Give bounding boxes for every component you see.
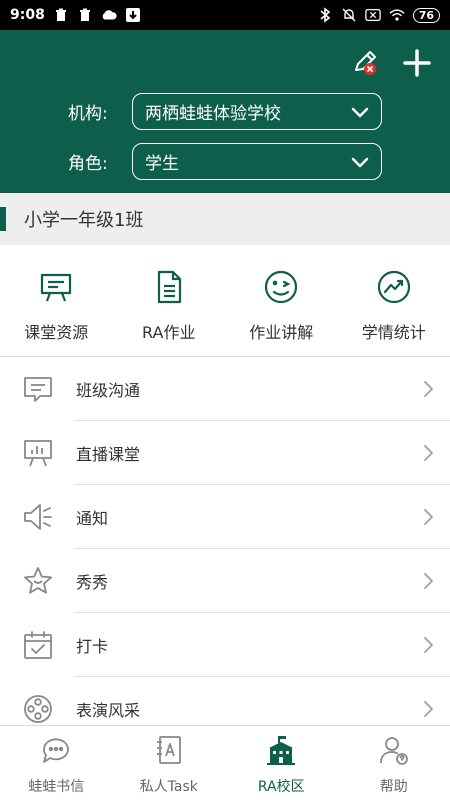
- grid-item-label: 学情统计: [361, 323, 426, 342]
- wink-face-icon: [261, 267, 301, 307]
- list-item-label: 表演风采: [76, 701, 141, 720]
- document-icon: [149, 267, 189, 307]
- film-reel-icon: [20, 691, 56, 727]
- list-item-check-in[interactable]: 打卡: [0, 613, 450, 677]
- org-label: 机构:: [68, 104, 108, 124]
- chevron-right-icon: [418, 571, 438, 591]
- tab-private-task[interactable]: 私人Task: [113, 726, 226, 800]
- chevron-down-icon: [351, 103, 369, 121]
- list-item-label: 班级沟通: [76, 381, 141, 400]
- live-class-icon: [20, 435, 56, 471]
- role-select[interactable]: 学生: [132, 143, 382, 180]
- role-value: 学生: [145, 154, 179, 174]
- list-item-live-class[interactable]: 直播课堂: [0, 421, 450, 485]
- chevron-right-icon: [418, 635, 438, 655]
- star-icon: [20, 563, 56, 599]
- list-item-label: 秀秀: [76, 573, 109, 592]
- list-item-notice[interactable]: 通知: [0, 485, 450, 549]
- calendar-check-icon: [20, 627, 56, 663]
- speaker-icon: [20, 499, 56, 535]
- trash-icon-2: [77, 7, 93, 23]
- download-icon: [125, 7, 141, 23]
- trash-icon: [53, 7, 69, 23]
- chevron-right-icon: [418, 443, 438, 463]
- bottom-tab-bar: 蛙蛙书信 私人Task RA校区 帮助: [0, 725, 450, 800]
- chevron-down-icon: [351, 153, 369, 171]
- chat-icon: [20, 371, 56, 407]
- class-bar: 小学一年级1班: [0, 193, 450, 245]
- feature-list: 班级沟通 直播课堂 通知 秀秀 打卡 表演风采: [0, 357, 450, 741]
- plus-icon: [403, 49, 431, 81]
- class-title: 小学一年级1班: [24, 210, 144, 231]
- org-row: 机构: 两栖蛙蛙体验学校: [68, 93, 382, 130]
- grid-item-homework-explain[interactable]: 作业讲解: [225, 245, 338, 356]
- chevron-right-icon: [418, 699, 438, 719]
- chevron-right-icon: [418, 379, 438, 399]
- grid-item-ra-homework[interactable]: RA作业: [113, 245, 226, 356]
- trend-chart-icon: [374, 267, 414, 307]
- tab-label: 帮助: [379, 779, 408, 795]
- list-item-showcase[interactable]: 秀秀: [0, 549, 450, 613]
- chevron-right-icon: [418, 507, 438, 527]
- status-time: 9:08: [10, 7, 45, 23]
- battery-level: 76: [412, 7, 440, 23]
- quick-grid: 课堂资源 RA作业 作业讲解 学情统计: [0, 245, 450, 357]
- tab-label: 蛙蛙书信: [28, 779, 85, 795]
- list-item-label: 直播课堂: [76, 445, 141, 464]
- status-bar: 9:08 76: [0, 0, 450, 30]
- tab-wawa-letters[interactable]: 蛙蛙书信: [0, 726, 113, 800]
- cloud-sync-icon: [101, 7, 117, 23]
- school-building-icon: [265, 734, 297, 766]
- class-accent-bar: [0, 207, 6, 231]
- grid-item-learning-stats[interactable]: 学情统计: [338, 245, 450, 356]
- add-button[interactable]: [400, 48, 434, 82]
- grid-item-classroom-resources[interactable]: 课堂资源: [0, 245, 113, 356]
- list-item-label: 打卡: [76, 637, 109, 656]
- edit-button[interactable]: [348, 48, 382, 82]
- header: 机构: 两栖蛙蛙体验学校 角色: 学生: [0, 30, 450, 193]
- role-row: 角色: 学生: [68, 143, 382, 180]
- bluetooth-icon: [317, 7, 333, 23]
- tab-help[interactable]: 帮助: [338, 726, 450, 800]
- tab-label: RA校区: [257, 779, 305, 795]
- grid-item-label: 作业讲解: [249, 323, 314, 342]
- role-label: 角色:: [68, 154, 108, 174]
- pencil-icon: [350, 48, 380, 82]
- user-help-icon: [378, 734, 410, 766]
- org-value: 两栖蛙蛙体验学校: [145, 104, 281, 124]
- sim-off-icon: [364, 7, 381, 23]
- chat-bubbles-icon: [40, 734, 72, 766]
- wifi-icon: [389, 7, 405, 23]
- tab-ra-campus[interactable]: RA校区: [225, 726, 338, 800]
- presentation-board-icon: [36, 267, 76, 307]
- list-item-label: 通知: [76, 509, 109, 528]
- list-item-class-communication[interactable]: 班级沟通: [0, 357, 450, 421]
- notebook-a-icon: [153, 734, 185, 766]
- tab-label: 私人Task: [139, 779, 198, 795]
- grid-item-label: RA作业: [142, 323, 196, 342]
- grid-item-label: 课堂资源: [24, 323, 89, 342]
- org-select[interactable]: 两栖蛙蛙体验学校: [132, 93, 382, 130]
- bell-muted-icon: [341, 7, 357, 23]
